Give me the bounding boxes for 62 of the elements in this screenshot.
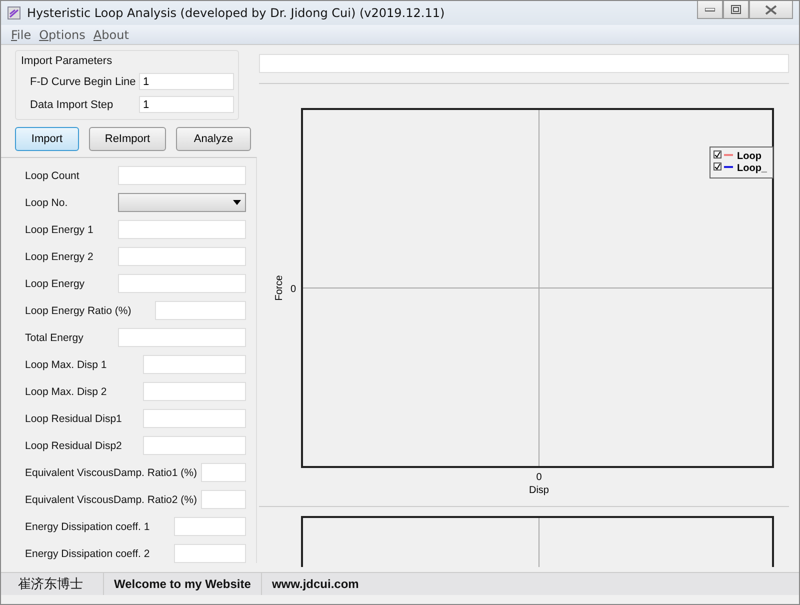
field-label: Loop Max. Disp 1 [25,358,107,370]
group-title: Import Parameters [21,55,114,67]
output-field[interactable] [201,463,246,482]
action-button[interactable]: Analyze [176,127,251,151]
axis-title: Disp [529,485,549,496]
field-label: Loop Energy 1 [25,224,94,236]
input-field[interactable]: 1 [139,96,234,113]
minimize-icon [705,8,715,12]
output-field[interactable] [174,517,246,536]
field-label: Total Energy [25,332,84,344]
output-field[interactable] [143,355,246,374]
checkbox[interactable] [714,150,722,158]
close-icon [765,4,777,14]
output-field[interactable] [143,382,246,401]
status-text: www.jdcui.com [270,576,360,593]
tick-label: 0 [536,472,542,483]
legend-label: Loop [737,151,762,162]
output-field[interactable] [201,490,246,509]
action-button[interactable]: Import [15,127,79,151]
field-label: Loop Max. Disp 2 [25,386,107,398]
action-button[interactable]: ReImport [89,127,166,151]
field-label: Loop Count [25,170,80,182]
menu-item[interactable]: Options [39,28,86,42]
field-label: F-D Curve Begin Line [30,76,137,88]
minimize-button[interactable] [697,1,723,19]
maximize-icon [731,5,741,14]
menu-item[interactable]: File [11,28,32,42]
menu-item[interactable]: About [93,28,129,42]
field-label: Loop Residual Disp2 [25,440,122,452]
output-field[interactable] [118,328,246,347]
legend-label: Loop_ [737,163,767,174]
field-label: Equivalent ViscousDamp. Ratio1 (%) [25,466,197,478]
output-field[interactable] [143,436,246,455]
status-text: Welcome to my Website [104,573,262,595]
tick-label: 0 [290,284,296,295]
output-field[interactable] [118,166,246,185]
dropdown[interactable] [118,193,246,212]
field-label: Energy Dissipation coeff. 1 [25,520,150,532]
status-text: 崔济东博士 [1,573,104,595]
close-button[interactable] [749,1,793,19]
caret-icon [233,200,241,205]
output-field[interactable] [118,247,246,266]
field-label: Data Import Step [30,98,114,110]
axis-title: Force [274,275,285,301]
app-icon [7,6,21,20]
field-label: Equivalent ViscousDamp. Ratio2 (%) [25,494,197,506]
window-title: Hysteristic Loop Analysis (developed by Dr. Jidong Cui) (v2019.12.11) [27,6,445,20]
output-field[interactable] [118,274,246,293]
field-label: Loop Energy Ratio (%) [25,304,132,316]
text-field[interactable] [259,54,789,73]
checkbox[interactable] [714,162,722,170]
field-label: Loop Residual Disp1 [25,412,122,424]
output-field[interactable] [174,544,246,563]
field-label: Loop No. [25,196,68,208]
input-field[interactable]: 1 [139,73,234,90]
field-label: Loop Energy 2 [25,250,94,262]
output-field[interactable] [118,220,246,239]
output-field[interactable] [143,409,246,428]
field-label: Loop Energy [25,278,85,290]
maximize-button[interactable] [723,1,749,19]
output-field[interactable] [155,301,246,320]
field-label: Energy Dissipation coeff. 2 [25,548,150,560]
